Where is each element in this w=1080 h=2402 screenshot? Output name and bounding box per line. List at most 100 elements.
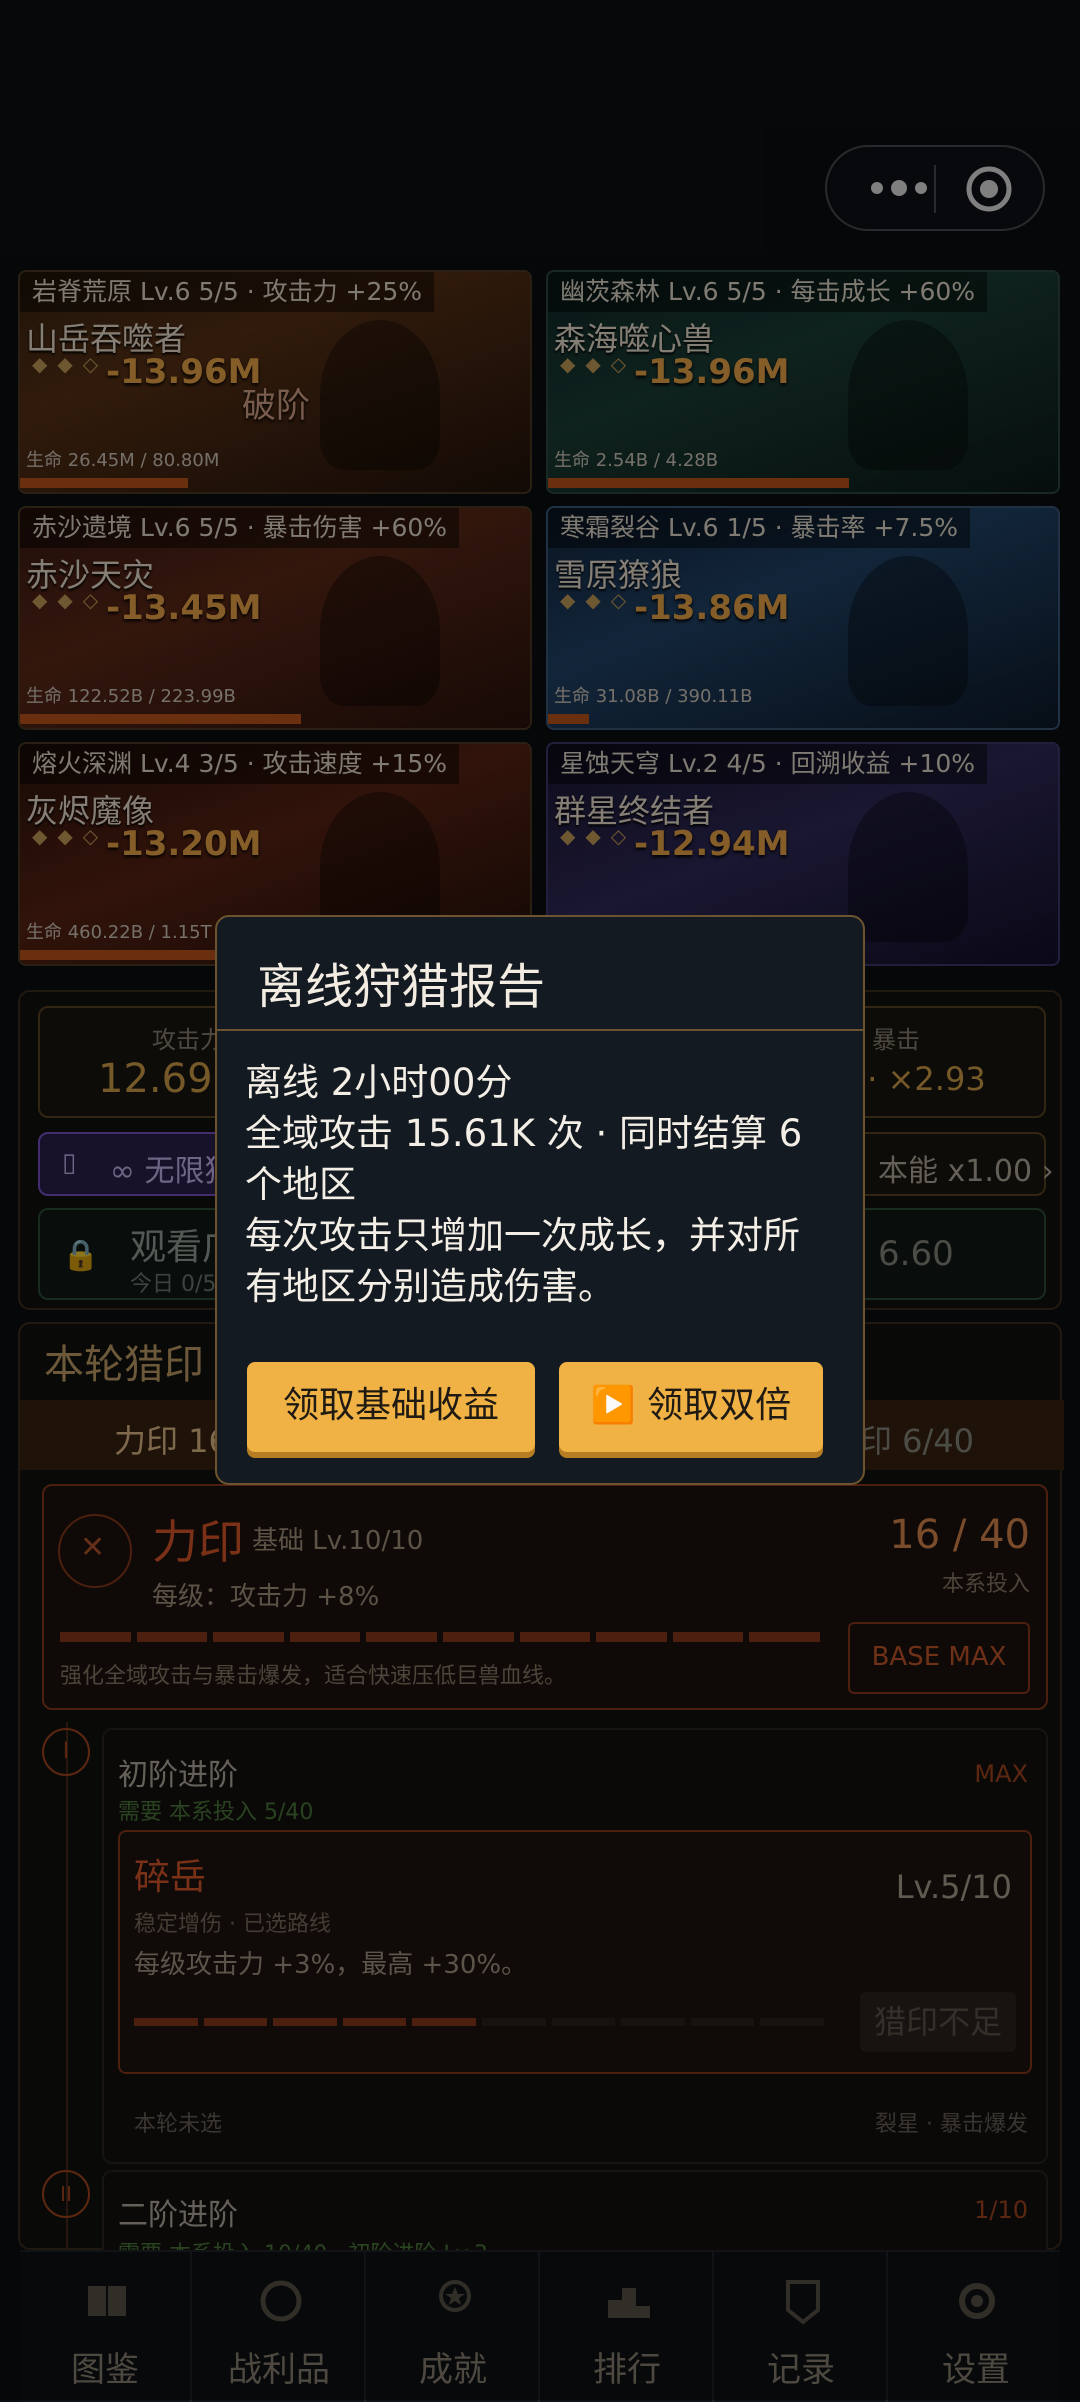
- route-card-shatter[interactable]: 碎岳 Lv.5/10 稳定增伤 · 已选路线 每级攻击力 +3%，最高 +30%…: [118, 1830, 1032, 2074]
- modal-divider: [217, 1029, 863, 1031]
- claim-double-button[interactable]: ▶️ 领取双倍: [559, 1362, 823, 1452]
- offline-note: 每次攻击只增加一次成长，并对所有地区分别造成伤害。: [245, 1214, 800, 1308]
- infinite-icon: ▯: [62, 1148, 77, 1178]
- region-header: 赤沙遗境 Lv.6 5/5 · 暴击伤害 +60%: [20, 508, 460, 548]
- achievement-icon: [439, 2280, 471, 2312]
- nav-item-settings[interactable]: 设置: [890, 2252, 1062, 2402]
- region-card-sand[interactable]: 赤沙遗境 Lv.6 5/5 · 暴击伤害 +60% 赤沙天灾 ◆◆◇ -13.4…: [18, 506, 532, 730]
- diamond-icon: ◆◆◇: [32, 352, 109, 376]
- route-level: Lv.5/10: [895, 1868, 1012, 1906]
- insufficient-seal-button[interactable]: 猎印不足: [860, 1992, 1016, 2052]
- monster-image: [320, 556, 440, 706]
- damage-number: -13.96M: [106, 352, 262, 392]
- tier-1-requirement: 需要 本系投入 5/40: [118, 1800, 314, 1825]
- monster-image: [848, 320, 968, 470]
- power-seal-progress-note: 本系投入: [941, 1572, 1030, 1597]
- record-icon: [786, 2280, 820, 2325]
- capsule-divider: [934, 165, 936, 213]
- nav-item-codex[interactable]: 图鉴: [20, 2252, 192, 2402]
- region-header: 幽茨森林 Lv.6 5/5 · 每击成长 +60%: [548, 272, 988, 312]
- lock-icon: 🔒: [62, 1238, 100, 1273]
- nav-item-record[interactable]: 记录: [716, 2252, 888, 2402]
- hp-bar: [20, 950, 224, 960]
- watch-ad-sub: 今日 0/5: [130, 1272, 217, 1297]
- tab-power-seal[interactable]: 力印 16: [114, 1416, 229, 1462]
- hp-bar: [548, 714, 589, 724]
- tier-2-title: 二阶进阶: [118, 2198, 238, 2233]
- nav-item-ranking[interactable]: 排行: [542, 2252, 714, 2402]
- power-seal-base-level: 基础 Lv.10/10: [252, 1526, 424, 1556]
- claim-basic-button[interactable]: 领取基础收益: [247, 1362, 535, 1452]
- nav-item-achievement[interactable]: 成就: [368, 2252, 540, 2402]
- modal-body: 离线 2小时00分 全域攻击 15.61K 次 · 同时结算 6 个地区 每次攻…: [245, 1057, 835, 1312]
- offline-attack-summary: 全域攻击 15.61K 次 · 同时结算 6 个地区: [245, 1112, 803, 1206]
- hp-bar: [548, 478, 849, 488]
- power-seal-card: ✕ 力印 基础 Lv.10/10 每级：攻击力 +8% 16 / 40 本系投入…: [42, 1484, 1048, 1710]
- base-max-button[interactable]: BASE MAX: [848, 1622, 1030, 1694]
- podium-icon: [608, 2288, 650, 2318]
- monster-image: [848, 792, 968, 942]
- power-seal-name: 力印: [152, 1515, 244, 1569]
- tier-2-card: 二阶进阶 1/10 需要 本系投入 10/40 · 初阶进阶 Lv.3: [102, 2170, 1048, 2254]
- power-seal-desc: 强化全域攻击与暴击爆发，适合快速压低巨兽血线。: [60, 1664, 567, 1689]
- instinct-label: 本能 x1.00 ›: [878, 1154, 1054, 1189]
- tier-1-badge: I: [42, 1728, 90, 1776]
- power-seal-level-bar: [60, 1632, 820, 1642]
- offline-report-modal: 离线狩猎报告 离线 2小时00分 全域攻击 15.61K 次 · 同时结算 6 …: [215, 915, 865, 1485]
- hp-text: 生命 460.22B / 1.15T: [26, 922, 212, 943]
- tab-other-seal[interactable]: 印 6/40: [860, 1416, 974, 1462]
- tier-1-card: 初阶进阶 MAX 需要 本系投入 5/40 碎岳 Lv.5/10 稳定增伤 · …: [102, 1728, 1048, 2164]
- diamond-icon: ◆◆◇: [32, 588, 109, 612]
- region-header: 熔火深渊 Lv.4 3/5 · 攻击速度 +15%: [20, 744, 460, 784]
- tier-2-count: 1/10: [974, 2196, 1028, 2224]
- hp-text: 生命 2.54B / 4.28B: [554, 450, 719, 471]
- route-level-bar: [134, 2018, 824, 2026]
- hp-bar: [20, 714, 301, 724]
- route-subtitle: 稳定增伤 · 已选路线: [134, 1912, 331, 1937]
- hp-bar: [20, 478, 189, 488]
- settings-icon: [959, 2283, 995, 2319]
- bottom-nav: 图鉴 战利品 成就 排行 记录 设置: [20, 2250, 1060, 2402]
- power-seal-emblem-icon: ✕: [58, 1514, 132, 1588]
- tier-1-max: MAX: [974, 1760, 1028, 1788]
- region-card-ice[interactable]: 寒霜裂谷 Lv.6 1/5 · 暴击率 +7.5% 雪原獠狼 ◆◆◇ -13.8…: [546, 506, 1060, 730]
- break-stage-badge: 破阶: [242, 386, 310, 426]
- tier-2-badge: II: [42, 2170, 90, 2218]
- damage-number: -13.20M: [106, 824, 262, 864]
- modal-title: 离线狩猎报告: [257, 959, 546, 1015]
- monster-image: [320, 320, 440, 470]
- damage-number: -12.94M: [634, 824, 790, 864]
- power-seal-progress: 16 / 40: [889, 1512, 1030, 1558]
- region-card-forest[interactable]: 幽茨森林 Lv.6 5/5 · 每击成长 +60% 森海噬心兽 ◆◆◇ -13.…: [546, 270, 1060, 494]
- mini-program-capsule: [825, 145, 1045, 231]
- hp-text: 生命 122.52B / 223.99B: [26, 686, 236, 707]
- diamond-icon: ◆◆◇: [32, 824, 109, 848]
- route-description: 每级攻击力 +3%，最高 +30%。: [134, 1950, 528, 1980]
- loot-icon: [260, 2280, 302, 2322]
- round-title: 本轮猎印: [44, 1342, 204, 1388]
- nav-label: 排行: [593, 2350, 661, 2390]
- hp-text: 生命 31.08B / 390.11B: [554, 686, 753, 707]
- target-circle-icon[interactable]: [965, 165, 1013, 213]
- nav-label: 记录: [767, 2350, 835, 2390]
- nav-label: 设置: [942, 2350, 1010, 2390]
- book-icon: [88, 2286, 126, 2316]
- nav-label: 图鉴: [71, 2350, 139, 2390]
- region-card-rock[interactable]: 岩脊荒原 Lv.6 5/5 · 攻击力 +25% 山岳吞噬者 ◆◆◇ -13.9…: [18, 270, 532, 494]
- offline-duration: 离线 2小时00分: [245, 1061, 513, 1104]
- nav-label: 成就: [419, 2350, 487, 2390]
- route-title: 碎岳: [134, 1857, 207, 1898]
- tier-1-footer-right: 裂星 · 暴击爆发: [875, 2112, 1028, 2137]
- diamond-icon: ◆◆◇: [560, 824, 637, 848]
- damage-number: -13.45M: [106, 588, 262, 628]
- diamond-icon: ◆◆◇: [560, 352, 637, 376]
- nav-label: 战利品: [228, 2350, 330, 2390]
- resource-value: 6.60: [878, 1234, 954, 1274]
- region-header: 岩脊荒原 Lv.6 5/5 · 攻击力 +25%: [20, 272, 435, 312]
- more-dots-icon[interactable]: [859, 167, 939, 209]
- diamond-icon: ◆◆◇: [560, 588, 637, 612]
- hp-text: 生命 26.45M / 80.80M: [26, 450, 220, 471]
- nav-item-loot[interactable]: 战利品: [194, 2252, 366, 2402]
- tier-1-footer-left: 本轮未选: [134, 2112, 223, 2137]
- tier-1-title: 初阶进阶: [118, 1758, 238, 1793]
